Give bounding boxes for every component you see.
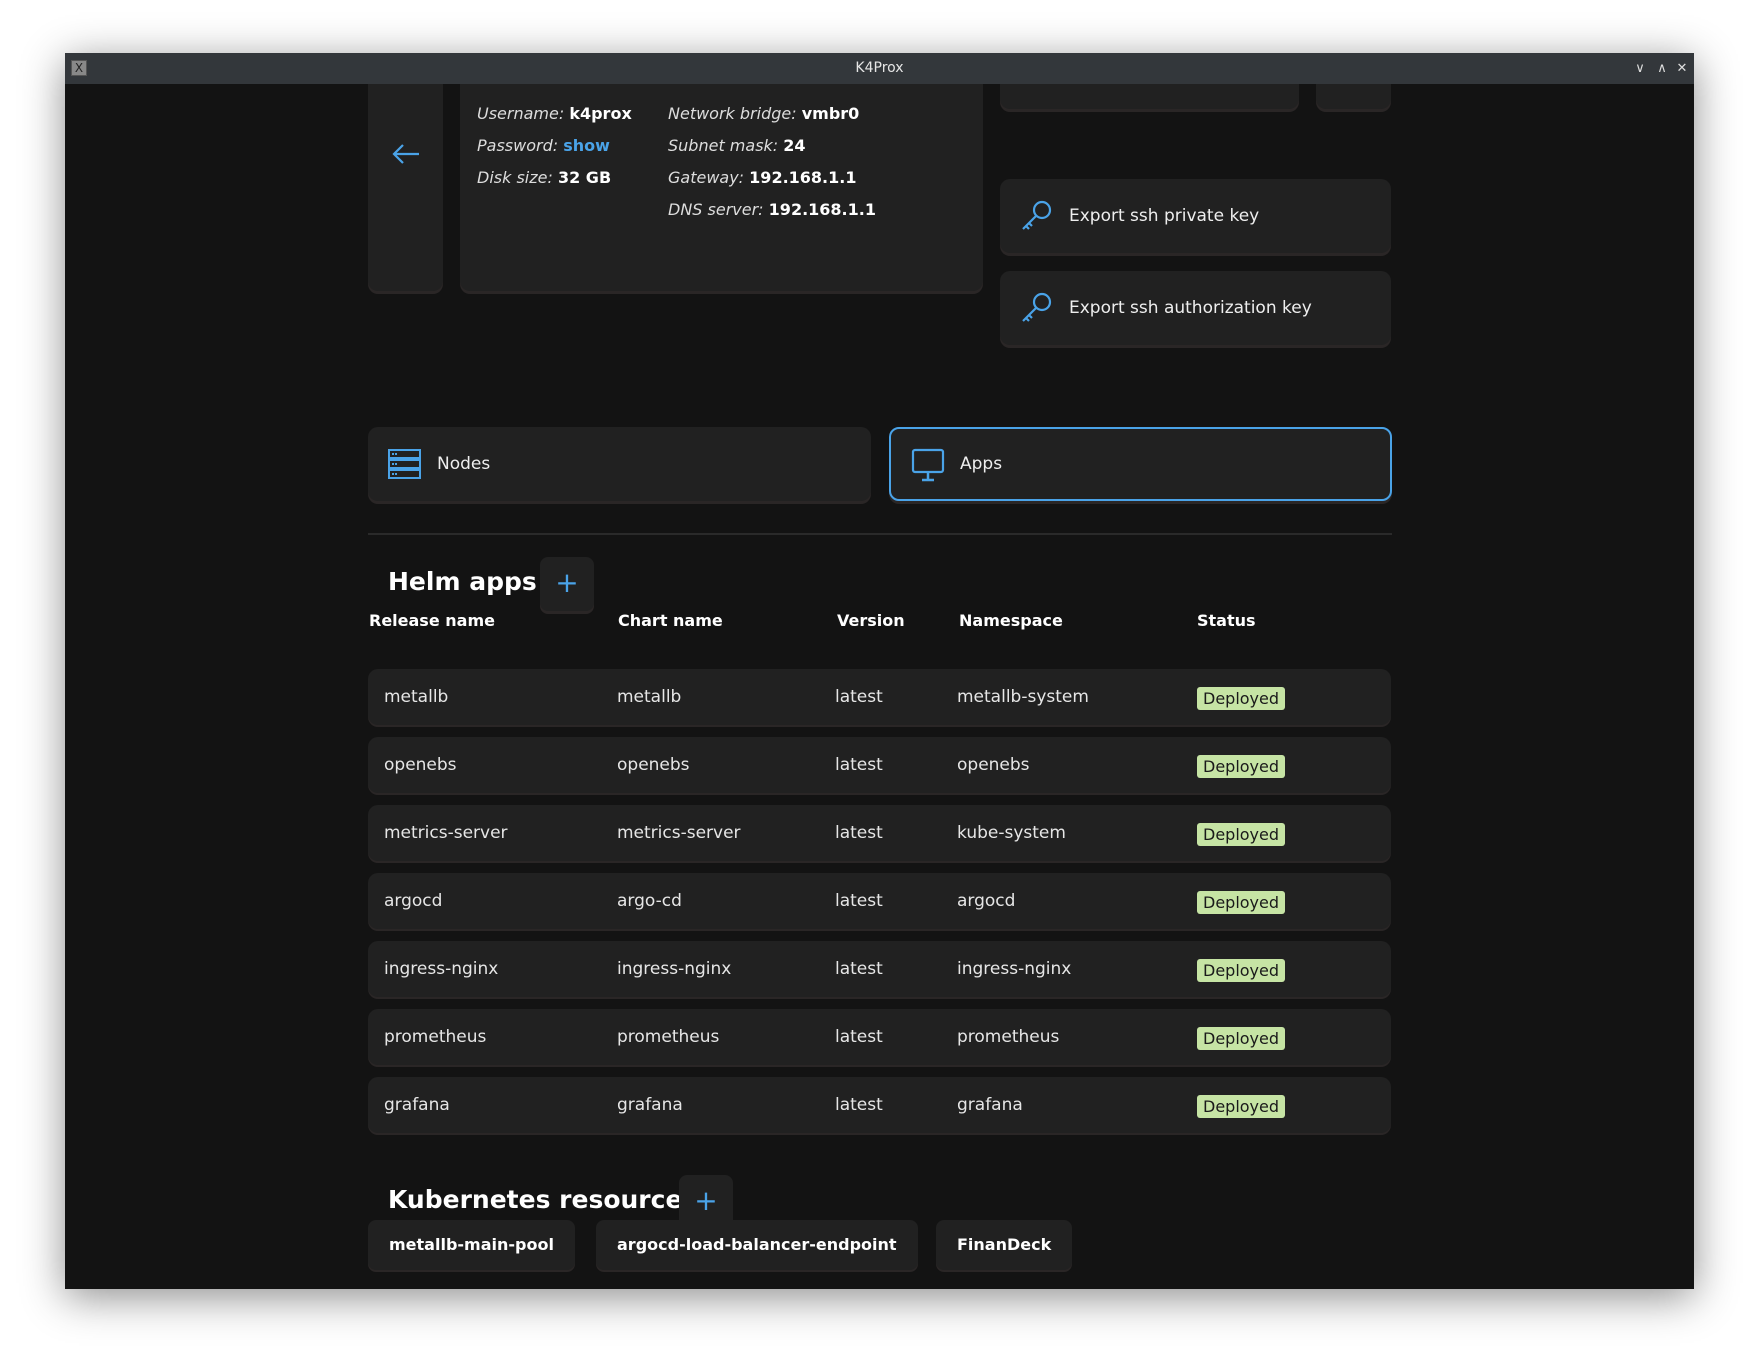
cell-version: latest — [835, 755, 883, 775]
export-auth-key-button[interactable]: Export ssh authorization key — [1000, 271, 1391, 345]
content: Username: k4prox Password: show Disk siz… — [65, 84, 1694, 1289]
export-auth-key-label: Export ssh authorization key — [1069, 298, 1312, 318]
window-title: K4Prox — [855, 60, 904, 76]
col-chart-name: Chart name — [618, 611, 723, 630]
table-row[interactable]: openebs openebs latest openebs Deployed — [368, 737, 1391, 793]
tab-nodes[interactable]: Nodes — [368, 427, 871, 501]
col-namespace: Namespace — [959, 611, 1063, 630]
resource-chip-label: metallb-main-pool — [389, 1235, 554, 1254]
table-row[interactable]: prometheus prometheus latest prometheus Depl… — [368, 1009, 1391, 1065]
table-row[interactable]: ingress-nginx ingress-nginx latest ingress-… — [368, 941, 1391, 997]
cell-version: latest — [835, 1095, 883, 1115]
dns-field: DNS server: 192.168.1.1 — [668, 200, 876, 219]
helm-apps-title: Helm apps — [388, 567, 537, 596]
export-private-key-button[interactable]: Export ssh private key — [1000, 179, 1391, 253]
monitor-icon — [911, 448, 945, 482]
top-small-button[interactable] — [1316, 84, 1391, 109]
kubernetes-resources-title: Kubernetes resources — [388, 1185, 698, 1214]
cell-release-name: ingress-nginx — [384, 959, 499, 979]
cell-release-name: openebs — [384, 755, 457, 775]
status-badge: Deployed — [1197, 1027, 1286, 1050]
bridge-field: Network bridge: vmbr0 — [668, 104, 860, 123]
maximize-icon[interactable]: ∧ — [1652, 53, 1672, 84]
cell-namespace: argocd — [957, 891, 1016, 911]
cell-chart-name: metallb — [617, 687, 682, 707]
back-button[interactable] — [368, 84, 443, 291]
disk-field: Disk size: 32 GB — [477, 168, 612, 187]
status-badge: Deployed — [1197, 891, 1286, 914]
top-action-button[interactable] — [1000, 84, 1299, 109]
cell-chart-name: openebs — [617, 755, 690, 775]
cell-chart-name: prometheus — [617, 1027, 720, 1047]
resource-chip[interactable]: argocd-load-balancer-endpoint — [596, 1220, 918, 1270]
password-field: Password: show — [477, 136, 610, 155]
show-password-link[interactable]: show — [563, 136, 610, 155]
minimize-icon[interactable]: ∨ — [1630, 53, 1650, 84]
tab-nodes-label: Nodes — [437, 454, 491, 474]
cell-namespace: grafana — [957, 1095, 1023, 1115]
resource-chip-label: argocd-load-balancer-endpoint — [617, 1235, 897, 1254]
status-badge: Deployed — [1197, 959, 1286, 982]
status-badge: Deployed — [1197, 1095, 1286, 1118]
tab-apps[interactable]: Apps — [889, 427, 1392, 501]
export-private-key-label: Export ssh private key — [1069, 206, 1260, 226]
cell-release-name: argocd — [384, 891, 443, 911]
col-version: Version — [837, 611, 905, 630]
cell-chart-name: grafana — [617, 1095, 683, 1115]
cell-version: latest — [835, 959, 883, 979]
cell-version: latest — [835, 823, 883, 843]
app-window: X K4Prox ∨ ∧ ✕ Username: k4prox Password… — [65, 53, 1694, 1289]
table-row[interactable]: grafana grafana latest grafana Deployed — [368, 1077, 1391, 1133]
table-row[interactable]: metrics-server metrics-server latest kube-s… — [368, 805, 1391, 861]
cell-version: latest — [835, 687, 883, 707]
tab-apps-label: Apps — [960, 454, 1003, 474]
cell-version: latest — [835, 1027, 883, 1047]
divider — [368, 533, 1392, 535]
status-badge: Deployed — [1197, 755, 1286, 778]
resource-chip[interactable]: FinanDeck — [936, 1220, 1073, 1270]
arrow-left-icon — [392, 144, 419, 164]
mask-field: Subnet mask: 24 — [668, 136, 806, 155]
cell-release-name: metrics-server — [384, 823, 508, 843]
plus-icon: + — [694, 1184, 718, 1217]
cell-release-name: grafana — [384, 1095, 450, 1115]
cell-namespace: kube-system — [957, 823, 1066, 843]
vm-info-card: Username: k4prox Password: show Disk siz… — [460, 84, 983, 291]
table-row[interactable]: metallb metallb latest metallb-system Deploy… — [368, 669, 1391, 725]
cell-chart-name: argo-cd — [617, 891, 682, 911]
cell-namespace: ingress-nginx — [957, 959, 1072, 979]
cell-namespace: openebs — [957, 755, 1030, 775]
server-icon — [388, 449, 421, 479]
key-icon — [1022, 200, 1052, 230]
add-helm-app-button[interactable]: + — [540, 557, 594, 611]
plus-icon: + — [555, 566, 579, 599]
col-status: Status — [1197, 611, 1256, 630]
cell-namespace: prometheus — [957, 1027, 1060, 1047]
cell-version: latest — [835, 891, 883, 911]
key-icon — [1022, 292, 1052, 322]
col-release-name: Release name — [369, 611, 495, 630]
status-badge: Deployed — [1197, 687, 1286, 710]
resource-chip[interactable]: metallb-main-pool — [368, 1220, 575, 1270]
username-field: Username: k4prox — [477, 104, 632, 123]
close-icon[interactable]: ✕ — [1672, 53, 1692, 84]
cell-release-name: prometheus — [384, 1027, 487, 1047]
resource-chip-label: FinanDeck — [957, 1235, 1052, 1254]
app-icon: X — [71, 60, 87, 76]
title-bar: X K4Prox ∨ ∧ ✕ — [65, 53, 1694, 84]
cell-namespace: metallb-system — [957, 687, 1089, 707]
table-row[interactable]: argocd argo-cd latest argocd Deployed — [368, 873, 1391, 929]
cell-release-name: metallb — [384, 687, 449, 707]
status-badge: Deployed — [1197, 823, 1286, 846]
gateway-field: Gateway: 192.168.1.1 — [668, 168, 857, 187]
cell-chart-name: metrics-server — [617, 823, 741, 843]
cell-chart-name: ingress-nginx — [617, 959, 732, 979]
